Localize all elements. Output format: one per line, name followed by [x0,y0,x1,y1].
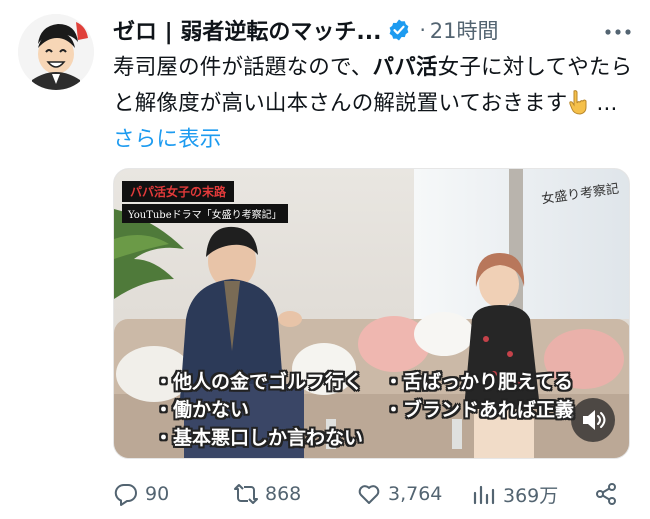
retweet-button[interactable]: 868 [233,476,301,512]
share-icon [596,483,616,505]
tweet-header: ゼロ | 弱者逆転のマッチ... · 21時間 [113,12,499,48]
subtitle-line: ・基本悪口しか言わない [154,427,364,449]
views-chart-icon [473,485,495,505]
time-separator: · [419,18,426,42]
views-button[interactable]: 369万 [471,476,558,512]
timestamp[interactable]: 21時間 [430,15,499,45]
like-count: 3,764 [388,483,443,505]
verified-badge-icon [387,18,411,42]
display-name[interactable]: ゼロ | 弱者逆転のマッチ... [113,14,381,46]
avatar[interactable] [18,14,94,90]
tweet-text: 寿司屋の件が話題なので、パパ活女子に対してやたらと解像度が高い山本さんの解説置い… [113,50,633,158]
reply-icon [114,483,137,506]
tweet-text-bold: パパ活 [372,55,438,80]
tweet-text-part1: 寿司屋の件が話題なので、 [113,55,373,80]
video-caption: パパ活女子の末路 YouTubeドラマ「女盛り考察記」 [122,181,288,223]
tweet[interactable]: ゼロ | 弱者逆転のマッチ... · 21時間 寿司屋の件が話題なので、パパ活女… [0,0,650,519]
mute-toggle-button[interactable] [571,398,615,442]
reply-button[interactable]: 90 [113,476,169,512]
pointing-down-emoji-icon [569,90,587,115]
subtitle-line: ・ブランドあれば正義 [384,399,575,421]
subtitle-line: ・他人の金でゴルフ行く [154,371,364,393]
video-caption-subtitle: YouTubeドラマ「女盛り考察記」 [122,204,288,223]
like-button[interactable]: 3,764 [356,476,442,512]
views-count: 369万 [503,484,559,507]
reply-count: 90 [145,483,170,505]
video-media[interactable]: パパ活女子の末路 YouTubeドラマ「女盛り考察記」 女盛り考察記 ・他人の金… [113,168,630,459]
subtitle-line: ・舌ばっかり肥えてる [384,371,574,393]
heart-icon [358,485,380,504]
ellipsis: ... [589,91,618,116]
action-bar: 90 868 3,764 369万 [113,476,633,512]
subtitle-line: ・働かない [154,399,250,421]
share-button[interactable] [593,476,625,512]
speaker-muted-icon [583,410,606,430]
retweet-icon [234,484,258,504]
retweet-count: 868 [265,483,302,505]
video-caption-title: パパ活女子の末路 [122,181,235,202]
more-options-icon[interactable] [600,22,636,42]
show-more-link[interactable]: さらに表示 [113,127,222,152]
